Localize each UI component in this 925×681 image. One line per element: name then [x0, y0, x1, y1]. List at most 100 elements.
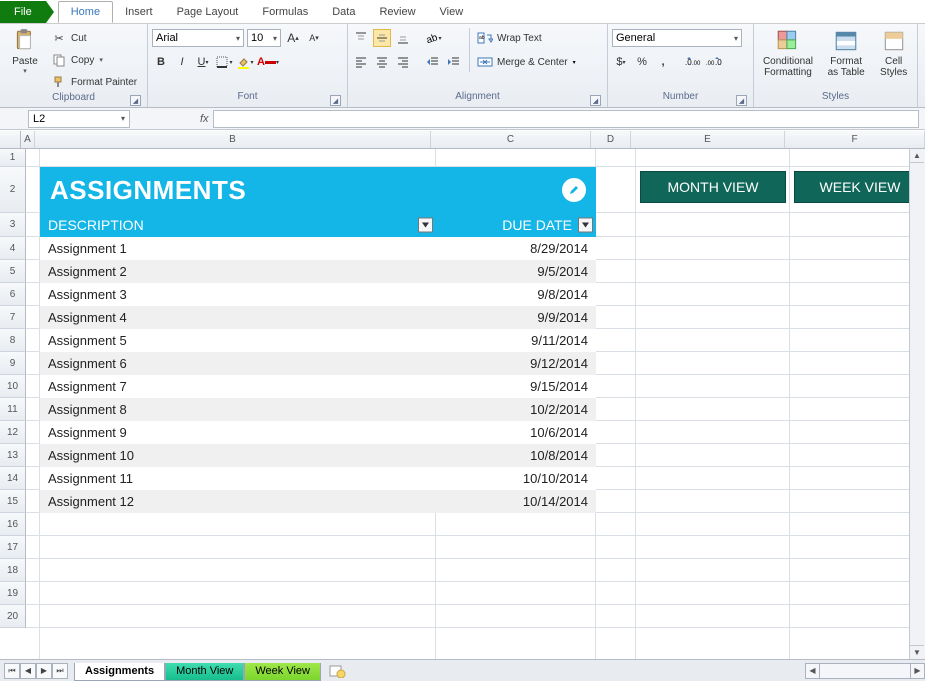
border-button[interactable]: ▾ [215, 53, 233, 71]
tab-data[interactable]: Data [320, 1, 367, 23]
increase-decimal-button[interactable]: .0.00 [684, 53, 702, 71]
row-header-12[interactable]: 12 [0, 421, 26, 444]
row-header-18[interactable]: 18 [0, 559, 26, 582]
row-header-8[interactable]: 8 [0, 329, 26, 352]
row-header-14[interactable]: 14 [0, 467, 26, 490]
filter-description-button[interactable] [418, 218, 433, 233]
row-header-15[interactable]: 15 [0, 490, 26, 513]
fill-color-button[interactable]: ▾ [236, 53, 254, 71]
wrap-text-button[interactable]: ab Wrap Text [476, 28, 576, 48]
cell-styles-button[interactable]: Cell Styles [874, 26, 913, 90]
percent-button[interactable]: % [633, 53, 651, 71]
filter-due-date-button[interactable] [578, 218, 593, 233]
table-row-due-date[interactable]: 10/14/2014 [436, 490, 596, 513]
fx-label[interactable]: fx [200, 113, 209, 125]
merge-center-button[interactable]: Merge & Center▾ [476, 52, 576, 72]
decrease-indent-button[interactable] [424, 53, 442, 71]
align-middle-button[interactable] [373, 29, 391, 47]
week-view-button[interactable]: WEEK VIEW [794, 171, 925, 203]
table-row-description[interactable]: Assignment 12 [40, 490, 436, 513]
align-bottom-button[interactable] [394, 29, 412, 47]
format-painter-button[interactable]: Format Painter [50, 72, 137, 92]
scroll-left-button[interactable]: ◀ [806, 664, 820, 678]
row-header-5[interactable]: 5 [0, 260, 26, 283]
increase-indent-button[interactable] [445, 53, 463, 71]
table-row-description[interactable]: Assignment 4 [40, 306, 436, 329]
paste-button[interactable]: Paste ▾ [4, 26, 46, 90]
row-header-10[interactable]: 10 [0, 375, 26, 398]
table-row-due-date[interactable]: 9/8/2014 [436, 283, 596, 306]
table-header-due-date[interactable]: DUE DATE [436, 213, 596, 237]
table-row-due-date[interactable]: 9/15/2014 [436, 375, 596, 398]
font-dialog-launcher[interactable]: ◢ [330, 95, 341, 106]
tab-formulas[interactable]: Formulas [250, 1, 320, 23]
new-sheet-button[interactable] [325, 663, 349, 679]
sheet-nav-first[interactable]: ⏮ [4, 663, 20, 679]
table-row-description[interactable]: Assignment 9 [40, 421, 436, 444]
column-header-D[interactable]: D [591, 131, 631, 148]
font-color-button[interactable]: A▾ [257, 53, 279, 71]
decrease-decimal-button[interactable]: .00.0 [705, 53, 723, 71]
alignment-dialog-launcher[interactable]: ◢ [590, 95, 601, 106]
align-left-button[interactable] [352, 53, 370, 71]
sheet-tab-week-view[interactable]: Week View [244, 663, 321, 681]
row-header-20[interactable]: 20 [0, 605, 26, 628]
table-row-description[interactable]: Assignment 11 [40, 467, 436, 490]
row-header-19[interactable]: 19 [0, 582, 26, 605]
row-header-17[interactable]: 17 [0, 536, 26, 559]
column-header-C[interactable]: C [431, 131, 591, 148]
conditional-formatting-button[interactable]: Conditional Formatting [758, 26, 818, 90]
font-name-combo[interactable]: Arial▾ [152, 29, 244, 47]
orientation-button[interactable]: ab▾ [424, 29, 442, 47]
shrink-font-button[interactable]: A▾ [305, 29, 323, 47]
comma-button[interactable]: , [654, 53, 672, 71]
column-header-F[interactable]: F [785, 131, 925, 148]
scroll-right-button[interactable]: ▶ [910, 664, 924, 678]
file-tab[interactable]: File [0, 1, 46, 23]
table-row-description[interactable]: Assignment 7 [40, 375, 436, 398]
select-all-corner[interactable] [0, 131, 21, 148]
column-header-E[interactable]: E [631, 131, 785, 148]
table-row-description[interactable]: Assignment 2 [40, 260, 436, 283]
sheet-nav-prev[interactable]: ◀ [20, 663, 36, 679]
cut-button[interactable]: ✂ Cut [50, 28, 137, 48]
row-header-3[interactable]: 3 [0, 213, 26, 237]
column-header-A[interactable]: A [21, 131, 35, 148]
bold-button[interactable]: B [152, 53, 170, 71]
sheet-nav-next[interactable]: ▶ [36, 663, 52, 679]
tab-insert[interactable]: Insert [113, 1, 165, 23]
clipboard-dialog-launcher[interactable]: ◢ [130, 95, 141, 106]
table-row-due-date[interactable]: 10/6/2014 [436, 421, 596, 444]
table-row-description[interactable]: Assignment 6 [40, 352, 436, 375]
sheet-tab-month-view[interactable]: Month View [165, 663, 244, 681]
cells-area[interactable]: ASSIGNMENTSDESCRIPTIONDUE DATEAssignment… [26, 149, 925, 659]
table-row-description[interactable]: Assignment 10 [40, 444, 436, 467]
table-row-due-date[interactable]: 9/12/2014 [436, 352, 596, 375]
scroll-down-button[interactable]: ▼ [910, 645, 924, 659]
font-size-combo[interactable]: 10▾ [247, 29, 281, 47]
table-row-due-date[interactable]: 9/9/2014 [436, 306, 596, 329]
table-row-due-date[interactable]: 9/11/2014 [436, 329, 596, 352]
row-header-1[interactable]: 1 [0, 149, 26, 167]
name-box[interactable]: L2▾ [28, 110, 130, 128]
format-as-table-button[interactable]: Format as Table [822, 26, 870, 90]
underline-button[interactable]: U▾ [194, 53, 212, 71]
align-right-button[interactable] [394, 53, 412, 71]
edit-icon[interactable] [562, 178, 586, 202]
row-header-4[interactable]: 4 [0, 237, 26, 260]
table-row-description[interactable]: Assignment 3 [40, 283, 436, 306]
vertical-scrollbar[interactable]: ▲ ▼ [909, 149, 925, 659]
tab-view[interactable]: View [428, 1, 476, 23]
table-row-due-date[interactable]: 10/10/2014 [436, 467, 596, 490]
align-center-button[interactable] [373, 53, 391, 71]
sheet-nav-last[interactable]: ⏭ [52, 663, 68, 679]
copy-button[interactable]: Copy▾ [50, 50, 137, 70]
sheet-tab-assignments[interactable]: Assignments [74, 663, 165, 681]
row-header-7[interactable]: 7 [0, 306, 26, 329]
table-row-due-date[interactable]: 10/2/2014 [436, 398, 596, 421]
table-row-due-date[interactable]: 10/8/2014 [436, 444, 596, 467]
table-row-description[interactable]: Assignment 8 [40, 398, 436, 421]
month-view-button[interactable]: MONTH VIEW [640, 171, 786, 203]
table-header-description[interactable]: DESCRIPTION [40, 213, 436, 237]
tab-home[interactable]: Home [58, 1, 113, 23]
